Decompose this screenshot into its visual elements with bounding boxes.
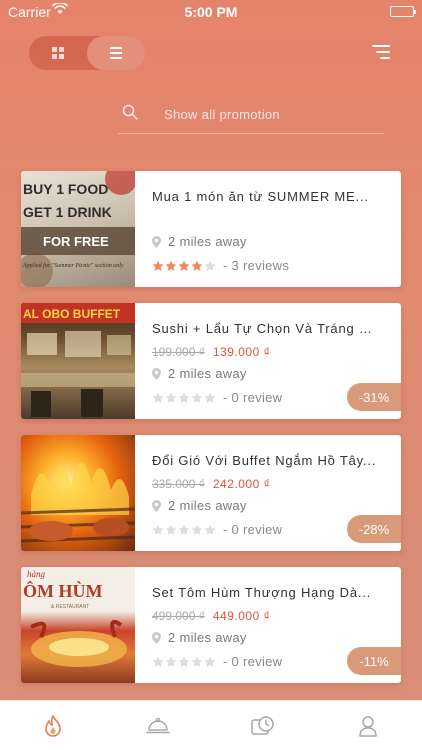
reviews-label: - 0 review [223, 654, 283, 669]
promotion-rating: - 0 review [152, 522, 282, 537]
search-icon [122, 104, 138, 120]
grid-view-button[interactable] [29, 36, 87, 70]
star-icon [204, 260, 216, 271]
promotion-distance: 2 miles away [152, 630, 247, 645]
rating-stars [152, 656, 217, 668]
promotion-prices: 499.000 ₫ 449.000 ₫ [152, 609, 270, 623]
thumb-text-line4: Applied for "Summer Picnic" section only [22, 262, 124, 269]
star-icon [152, 656, 164, 667]
tab-restaurants[interactable] [105, 701, 210, 750]
thumb-text-line3: & RESTAURANT [51, 604, 89, 610]
status-bar: Carrier 5:00 PM [0, 0, 422, 22]
distance-label: 2 miles away [168, 630, 247, 645]
promotion-thumbnail: hàng ÔM HÙM & RESTAURANT [21, 567, 135, 683]
location-pin-icon [152, 499, 161, 512]
cloche-icon [145, 717, 170, 734]
user-icon [358, 716, 377, 737]
thumb-text-line1: hàng [27, 569, 46, 579]
clock: 5:00 PM [184, 4, 238, 20]
star-icon [152, 392, 164, 403]
promotion-prices: 335.000 ₫ 242.000 ₫ [152, 477, 270, 491]
promotion-distance: 2 miles away [152, 366, 247, 381]
thumb-text-line3: FOR FREE [43, 234, 109, 249]
promotion-card[interactable]: BUY 1 FOOD GET 1 DRINK FOR FREE Applied … [21, 171, 401, 287]
promotion-title: Đổi Gió Với Buffet Ngắm Hồ Tây... [152, 453, 377, 468]
promotion-rating: - 3 reviews [152, 258, 289, 273]
promotion-prices: 199.000 ₫ 139.000 ₫ [152, 345, 270, 359]
rating-stars [152, 524, 217, 536]
star-icon [165, 392, 177, 403]
original-price: 335.000 ₫ [152, 477, 205, 491]
promotion-distance: 2 miles away [152, 498, 247, 513]
promotion-rating: - 0 review [152, 654, 282, 669]
star-icon [191, 260, 203, 271]
thumb-text-line1: BUY 1 FOOD [23, 181, 108, 197]
star-icon [152, 524, 164, 535]
original-price: 199.000 ₫ [152, 345, 205, 359]
location-pin-icon [152, 631, 161, 644]
star-icon [204, 392, 216, 403]
promotion-rating: - 0 review [152, 390, 282, 405]
tab-bar [0, 700, 422, 750]
star-icon [178, 392, 190, 403]
reviews-label: - 0 review [223, 390, 283, 405]
search-placeholder: Show all promotion [164, 107, 280, 122]
distance-label: 2 miles away [168, 498, 247, 513]
star-icon [165, 524, 177, 535]
thumb-text-line2: GET 1 DRINK [23, 204, 112, 220]
star-icon [191, 524, 203, 535]
battery-icon [390, 6, 416, 17]
promotion-thumbnail: AL OBO BUFFET [21, 303, 135, 419]
thumb-text-line2: ÔM HÙM [23, 580, 102, 601]
star-icon [204, 656, 216, 667]
list-view-button[interactable] [87, 36, 145, 70]
reviews-label: - 3 reviews [223, 258, 290, 273]
tab-hot-deals[interactable] [0, 701, 105, 750]
grid-icon [52, 47, 64, 59]
promotion-card[interactable]: AL OBO BUFFET Sushi + Lẩu Tự Chọn Và Trá… [21, 303, 401, 419]
promotion-card[interactable]: Đổi Gió Với Buffet Ngắm Hồ Tây... 335.00… [21, 435, 401, 551]
sale-price: 449.000 ₫ [212, 609, 271, 623]
star-icon [191, 392, 203, 403]
star-icon [204, 524, 216, 535]
sale-price: 242.000 ₫ [212, 477, 271, 491]
discount-badge: -11% [347, 647, 401, 675]
distance-label: 2 miles away [168, 234, 247, 249]
star-icon [165, 260, 177, 271]
location-pin-icon [152, 235, 161, 248]
thumb-sign-text: AL OBO BUFFET [23, 307, 121, 321]
sort-filter-button[interactable] [372, 44, 390, 60]
reviews-label: - 0 review [223, 522, 283, 537]
location-pin-icon [152, 367, 161, 380]
discount-badge: -31% [347, 383, 401, 411]
star-icon [165, 656, 177, 667]
view-mode-toggle [29, 36, 145, 70]
star-icon [152, 260, 164, 271]
rating-stars [152, 392, 217, 404]
promotion-thumbnail: BUY 1 FOOD GET 1 DRINK FOR FREE Applied … [21, 171, 135, 287]
tab-profile[interactable] [315, 701, 420, 750]
star-icon [178, 656, 190, 667]
list-icon [110, 47, 122, 59]
promotion-distance: 2 miles away [152, 234, 247, 249]
search-bar[interactable]: Show all promotion [118, 100, 384, 134]
rating-stars [152, 260, 217, 272]
promotion-title: Mua 1 món ăn từ SUMMER ME... [152, 189, 369, 204]
discount-badge: -28% [347, 515, 401, 543]
history-icon [250, 716, 274, 735]
distance-label: 2 miles away [168, 366, 247, 381]
promotion-thumbnail [21, 435, 135, 551]
promotion-card[interactable]: hàng ÔM HÙM & RESTAURANT Set Tôm Hùm Thư… [21, 567, 401, 683]
original-price: 499.000 ₫ [152, 609, 205, 623]
sale-price: 139.000 ₫ [212, 345, 271, 359]
promotion-title: Set Tôm Hùm Thượng Hạng Dà... [152, 585, 372, 600]
star-icon [191, 656, 203, 667]
flame-icon [44, 715, 61, 737]
tab-history[interactable] [210, 701, 315, 750]
star-icon [178, 260, 190, 271]
star-icon [178, 524, 190, 535]
promotion-title: Sushi + Lẩu Tự Chọn Và Tráng M... [152, 321, 378, 336]
